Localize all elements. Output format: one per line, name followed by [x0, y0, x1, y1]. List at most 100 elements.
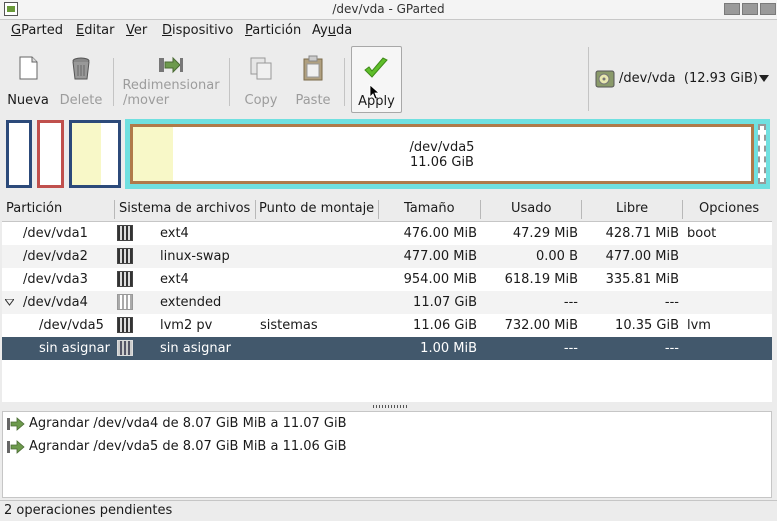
device-name: /dev/vda	[619, 71, 676, 86]
cell-free: 335.81 MiB	[605, 272, 679, 287]
partition-block-vda2[interactable]	[37, 120, 64, 188]
cell-partition: /dev/vda4	[23, 295, 88, 310]
delete-button[interactable]: Delete	[56, 42, 106, 112]
disk-icon	[595, 70, 615, 88]
splitter-grip[interactable]	[373, 405, 407, 408]
filesystem-icon	[117, 294, 133, 310]
minimize-button[interactable]	[724, 3, 740, 15]
menu-bar: GParted Editar Ver Dispositivo Partición…	[0, 20, 777, 42]
menu-ver[interactable]: Ver	[126, 23, 147, 38]
filesystem-icon	[117, 225, 133, 241]
close-button[interactable]	[760, 3, 776, 15]
partition-block-vda1[interactable]	[6, 120, 32, 188]
cell-size: 1.00 MiB	[420, 341, 477, 356]
chevron-down-icon	[759, 75, 769, 82]
column-header-punto[interactable]: Punto de montaje	[259, 201, 374, 216]
partition-table: /dev/vda1 ext4 476.00 MiB 47.29 MiB 428.…	[2, 222, 772, 402]
cell-size: 476.00 MiB	[403, 226, 477, 241]
toolbar-separator	[344, 58, 345, 106]
partition-block-unallocated[interactable]	[758, 124, 766, 184]
cell-size: 954.00 MiB	[403, 272, 477, 287]
device-label: /dev/vda (12.93 GiB)	[619, 71, 758, 86]
operation-text: Agrandar /dev/vda5 de 8.07 GiB MiB a 11.…	[29, 439, 347, 454]
partition-table-header: Partición Sistema de archivos Punto de m…	[2, 198, 772, 222]
partition-block-vda5[interactable]: /dev/vda5 11.06 GiB	[130, 124, 754, 184]
used-space-fill	[72, 123, 101, 185]
cell-size: 11.07 GiB	[413, 295, 477, 310]
toolbar-separator	[229, 58, 230, 106]
cell-options: lvm	[687, 318, 711, 333]
cell-free: 428.71 MiB	[605, 226, 679, 241]
title-bar: /dev/vda - GParted	[0, 0, 777, 20]
cell-filesystem: ext4	[160, 226, 189, 241]
menu-editar[interactable]: Editar	[76, 23, 115, 38]
column-header-usado[interactable]: Usado	[511, 201, 551, 216]
cell-size: 11.06 GiB	[413, 318, 477, 333]
new-label: Nueva	[7, 93, 49, 108]
cell-used: 47.29 MiB	[512, 226, 578, 241]
filesystem-icon	[117, 248, 133, 264]
table-row[interactable]: /dev/vda2 linux-swap 477.00 MiB 0.00 B 4…	[2, 245, 772, 268]
cell-used: ---	[563, 341, 578, 356]
column-header-sistema[interactable]: Sistema de archivos	[119, 201, 250, 216]
grow-arrow-icon	[7, 417, 25, 431]
cell-used: 0.00 B	[536, 249, 578, 264]
window-title: /dev/vda - GParted	[332, 2, 445, 16]
column-divider	[480, 200, 481, 219]
column-header-tamano[interactable]: Tamaño	[404, 201, 455, 216]
graph-partition-size: 11.06 GiB	[410, 155, 474, 170]
table-row[interactable]: /dev/vda3 ext4 954.00 MiB 618.19 MiB 335…	[2, 268, 772, 291]
paste-label: Paste	[295, 93, 331, 108]
cell-free: 10.35 GiB	[615, 318, 679, 333]
table-row[interactable]: /dev/vda4 extended 11.07 GiB --- ---	[2, 291, 772, 314]
new-button[interactable]: Nueva	[4, 42, 52, 112]
trash-icon	[72, 57, 90, 80]
pane-splitter[interactable]	[0, 403, 777, 411]
toolbar-separator	[113, 58, 114, 106]
column-header-opciones[interactable]: Opciones	[699, 201, 759, 216]
cell-used: ---	[563, 295, 578, 310]
cell-filesystem: sin asignar	[160, 341, 231, 356]
cell-partition: /dev/vda3	[23, 272, 88, 287]
cell-partition: /dev/vda1	[23, 226, 88, 241]
operation-text: Agrandar /dev/vda4 de 8.07 GiB MiB a 11.…	[29, 416, 347, 431]
paste-button[interactable]: Paste	[290, 42, 336, 112]
partition-block-vda4-extended[interactable]: /dev/vda5 11.06 GiB	[125, 119, 770, 189]
resize-move-icon	[159, 56, 183, 74]
new-document-icon	[19, 56, 38, 80]
resize-move-button[interactable]: Redimensionar /mover	[118, 42, 224, 112]
expander-down-icon[interactable]	[5, 299, 14, 306]
menu-gparted[interactable]: GParted	[11, 23, 63, 38]
table-row[interactable]: /dev/vda1 ext4 476.00 MiB 47.29 MiB 428.…	[2, 222, 772, 245]
resize-label-line2: /mover	[123, 93, 170, 108]
maximize-button[interactable]	[742, 3, 758, 15]
partition-graph: /dev/vda5 11.06 GiB	[0, 114, 777, 194]
table-row-selected[interactable]: sin asignar sin asignar 1.00 MiB --- ---	[2, 337, 772, 360]
cell-options: boot	[687, 226, 717, 241]
menu-dispositivo[interactable]: Dispositivo	[162, 23, 233, 38]
cell-free: ---	[664, 295, 679, 310]
filesystem-icon	[117, 340, 133, 356]
apply-label: Apply	[358, 94, 395, 109]
cell-filesystem: extended	[160, 295, 222, 310]
menu-particion[interactable]: Partición	[245, 23, 301, 38]
column-divider	[114, 200, 115, 219]
apply-button[interactable]: Apply	[351, 46, 402, 113]
partition-block-vda3[interactable]	[69, 120, 121, 188]
cell-used: 732.00 MiB	[504, 318, 578, 333]
copy-button[interactable]: Copy	[238, 42, 284, 112]
menu-ayuda[interactable]: Ayuda	[312, 23, 352, 38]
filesystem-icon	[117, 271, 133, 287]
column-divider	[682, 200, 683, 219]
device-size: (12.93 GiB)	[683, 71, 758, 86]
column-divider	[255, 200, 256, 219]
column-divider	[378, 200, 379, 219]
cell-free: ---	[664, 341, 679, 356]
column-header-libre[interactable]: Libre	[616, 201, 648, 216]
column-header-particion[interactable]: Partición	[6, 201, 62, 216]
delete-label: Delete	[59, 93, 103, 108]
table-row[interactable]: /dev/vda5 lvm2 pv sistemas 11.06 GiB 732…	[2, 314, 772, 337]
pending-operations-list: Agrandar /dev/vda4 de 8.07 GiB MiB a 11.…	[2, 411, 772, 498]
status-bar: 2 operaciones pendientes	[0, 500, 777, 521]
device-selector[interactable]: /dev/vda (12.93 GiB)	[588, 47, 773, 111]
